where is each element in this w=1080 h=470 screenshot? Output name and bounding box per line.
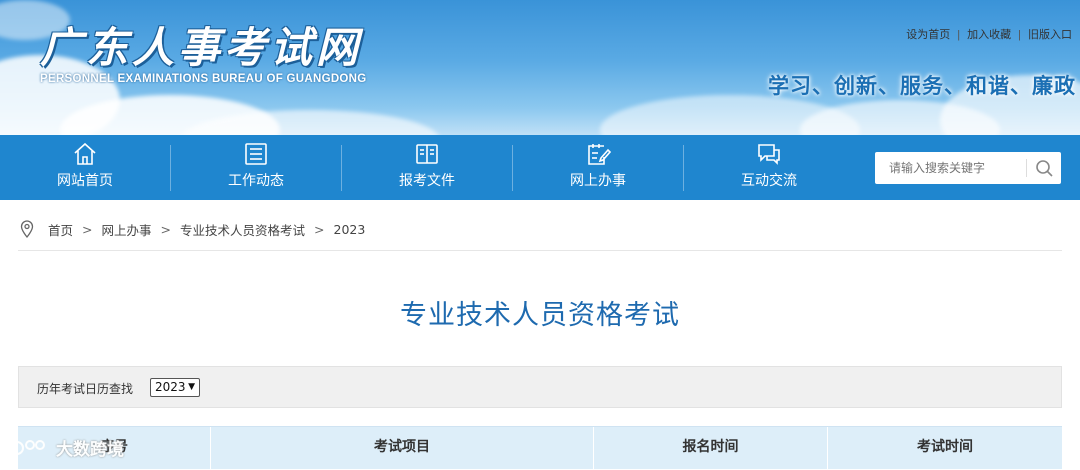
news-icon: [245, 143, 267, 165]
breadcrumb-online-service[interactable]: 网上办事: [102, 220, 152, 239]
column-header-exam-time: 考试时间: [917, 439, 973, 455]
nav-item-news[interactable]: 工作动态: [171, 135, 341, 200]
nav-item-documents[interactable]: 报考文件: [342, 135, 512, 200]
site-logo-title[interactable]: 广东人事考试网: [40, 14, 362, 75]
nav-item-label: 工作动态: [228, 173, 284, 189]
add-favorite-link[interactable]: 加入收藏: [967, 29, 1011, 41]
nav-item-label: 互动交流: [741, 173, 797, 189]
breadcrumb-current-year: 2023: [333, 221, 366, 237]
nav-item-interaction[interactable]: 互动交流: [684, 135, 854, 200]
search-icon: [1036, 160, 1053, 177]
breadcrumb-separator: >: [314, 221, 325, 237]
search-button[interactable]: [1031, 156, 1057, 180]
page-title: 专业技术人员资格考试: [400, 300, 680, 331]
nav-item-label: 网上办事: [570, 173, 626, 189]
set-homepage-link[interactable]: 设为首页: [906, 29, 950, 41]
site-logo-subtitle: PERSONNEL EXAMINATIONS BUREAU OF GUANGDO…: [40, 73, 367, 85]
year-filter-bar: 历年考试日历查找 2023 ▼: [18, 366, 1062, 408]
search-input[interactable]: [875, 152, 1025, 184]
search-box: [875, 152, 1061, 184]
old-version-link[interactable]: 旧版入口: [1028, 29, 1072, 41]
chat-icon: [758, 144, 780, 165]
watermark: 大数跨境: [8, 434, 124, 460]
breadcrumb-separator: >: [82, 221, 93, 237]
top-links: 设为首页 | 加入收藏 | 旧版入口: [906, 26, 1072, 42]
location-pin-icon: [20, 220, 34, 238]
book-icon: [416, 144, 438, 164]
link-separator: |: [957, 29, 961, 41]
exam-table-header: 序号 考试项目 报名时间 考试时间: [18, 426, 1062, 470]
nav-item-online-service[interactable]: 网上办事: [513, 135, 683, 200]
header-banner: 广东人事考试网 PERSONNEL EXAMINATIONS BUREAU OF…: [0, 0, 1080, 135]
watermark-logo-icon: [10, 440, 45, 455]
column-header-exam-item: 考试项目: [374, 439, 430, 455]
column-header-registration-time: 报名时间: [682, 439, 739, 455]
home-icon: [74, 142, 96, 165]
slogan: 学习、创新、服务、和谐、廉政: [768, 74, 1076, 98]
breadcrumb: 首页 > 网上办事 > 专业技术人员资格考试 > 2023: [20, 219, 365, 239]
search-divider: [1026, 159, 1027, 177]
breadcrumb-home[interactable]: 首页: [48, 220, 73, 239]
link-separator: |: [1018, 29, 1021, 41]
edit-icon: [588, 144, 611, 165]
nav-item-label: 网站首页: [57, 173, 113, 189]
breadcrumb-separator: >: [160, 221, 171, 237]
breadcrumb-divider: [18, 250, 1062, 251]
year-select-value: 2023: [155, 380, 186, 394]
nav-item-label: 报考文件: [399, 173, 455, 189]
year-filter-label: 历年考试日历查找: [37, 382, 134, 396]
watermark-text: 大数跨境: [56, 439, 124, 460]
dropdown-arrow-icon: ▼: [188, 382, 195, 392]
breadcrumb-exam-category[interactable]: 专业技术人员资格考试: [180, 220, 305, 239]
year-select[interactable]: 2023 ▼: [150, 378, 200, 397]
nav-item-home[interactable]: 网站首页: [0, 135, 170, 200]
